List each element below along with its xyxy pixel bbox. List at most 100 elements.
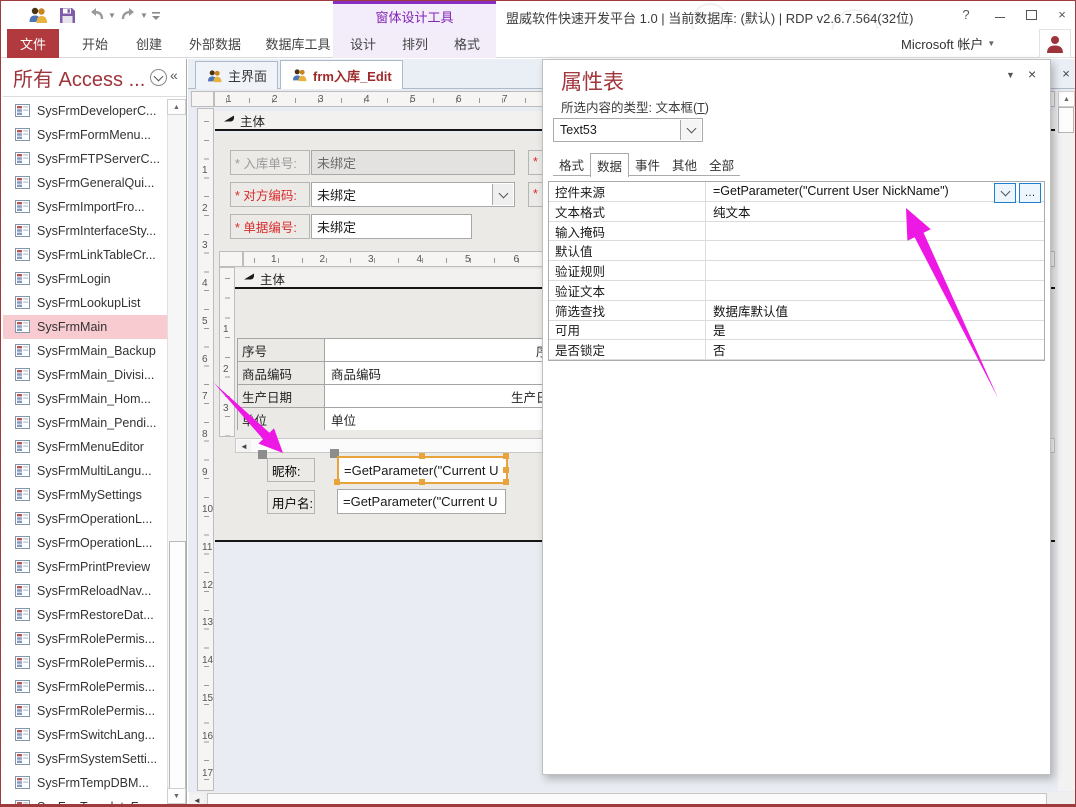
resize-handle[interactable] — [334, 479, 340, 485]
resize-handle[interactable] — [503, 467, 509, 473]
property-row[interactable]: 控件来源 =GetParameter("Current User NickNam… — [549, 182, 1044, 202]
subform-field-label[interactable]: 序号 — [237, 338, 325, 361]
field-label[interactable]: 昵称: — [267, 458, 315, 482]
nav-item-form[interactable]: SysFrmRolePermis... — [3, 699, 167, 723]
control-selector-dropdown[interactable]: Text53 — [553, 118, 703, 142]
ribbon-contextual-tab[interactable]: 格式 — [444, 29, 490, 58]
nav-item-form[interactable]: SysFrmMySettings — [3, 483, 167, 507]
property-tab[interactable]: 数据 — [590, 153, 629, 177]
document-vertical-scrollbar[interactable]: ▲ — [1058, 91, 1075, 791]
subform-field-label[interactable]: 生产日期 — [237, 384, 325, 407]
account-menu[interactable]: Microsoft 帐户 ▼ — [901, 29, 995, 58]
property-row[interactable]: 是否锁定 否 — [549, 340, 1044, 360]
nav-item-form[interactable]: SysFrmLookupList — [3, 291, 167, 315]
nav-item-form[interactable]: SysFrmInterfaceSty... — [3, 219, 167, 243]
scroll-down-button[interactable]: ▼ — [167, 788, 186, 804]
nav-item-form[interactable]: SysFrmTemplateFo... — [3, 795, 167, 804]
ribbon-contextual-tab[interactable]: 排列 — [392, 29, 438, 58]
property-row[interactable]: 输入掩码 — [549, 222, 1044, 242]
combo-dropdown-button[interactable] — [492, 184, 513, 205]
nav-item-form[interactable]: SysFrmLogin — [3, 267, 167, 291]
nav-item-form[interactable]: SysFrmOperationL... — [3, 507, 167, 531]
nav-item-form[interactable]: SysFrmFormMenu... — [3, 123, 167, 147]
nav-pane-title[interactable]: 所有 Access ... — [13, 63, 145, 92]
property-name[interactable]: 是否锁定 — [549, 340, 706, 359]
property-name[interactable]: 控件来源 — [549, 182, 706, 201]
scroll-left-button[interactable]: ◄ — [190, 794, 204, 806]
ribbon-tab[interactable]: 开始 — [65, 29, 125, 58]
nav-item-form[interactable]: SysFrmTempDBM... — [3, 771, 167, 795]
selector-dropdown-button[interactable] — [680, 120, 701, 140]
ribbon-tab-file[interactable]: 文件 — [7, 29, 59, 58]
ribbon-contextual-tab[interactable]: 设计 — [340, 29, 386, 58]
close-button[interactable]: × — [1049, 4, 1075, 25]
scroll-up-button[interactable]: ▲ — [167, 99, 186, 115]
field-label[interactable]: * 单据编号: — [230, 214, 310, 239]
property-name[interactable]: 默认值 — [549, 241, 706, 260]
resize-handle[interactable] — [419, 479, 425, 485]
nav-item-form[interactable]: SysFrmPrintPreview — [3, 555, 167, 579]
nav-item-form[interactable]: SysFrmMain_Pendi... — [3, 411, 167, 435]
ribbon-tab[interactable]: 外部数据 — [173, 29, 257, 58]
property-name[interactable]: 可用 — [549, 321, 706, 340]
nav-item-form[interactable]: SysFrmMultiLangu... — [3, 459, 167, 483]
field-label[interactable]: * 入库单号: — [230, 150, 310, 175]
document-tab[interactable]: 主界面 — [195, 61, 278, 89]
subform-field-label[interactable]: 单位 — [237, 407, 325, 430]
nav-item-form[interactable]: SysFrmSwitchLang... — [3, 723, 167, 747]
property-value[interactable] — [706, 222, 1044, 241]
nav-pane-collapse-button[interactable]: « — [170, 67, 178, 83]
resize-handle[interactable] — [503, 453, 509, 459]
nav-item-form[interactable]: SysFrmGeneralQui... — [3, 171, 167, 195]
field-textbox[interactable]: 未绑定 — [311, 150, 515, 175]
minimize-button[interactable] — [987, 4, 1013, 25]
property-sheet-collapse-button[interactable]: ▼ — [1006, 70, 1015, 80]
vertical-ruler[interactable]: 1234567891011121314151617 — [197, 108, 214, 791]
app-icon[interactable] — [27, 5, 49, 25]
property-row[interactable]: 筛选查找 数据库默认值 — [549, 301, 1044, 321]
nav-item-form[interactable]: SysFrmSystemSetti... — [3, 747, 167, 771]
document-close-button[interactable]: × — [1056, 63, 1076, 83]
property-row[interactable]: 文本格式 纯文本 — [549, 202, 1044, 222]
nav-pane-menu-button[interactable] — [150, 69, 167, 86]
nav-item-form[interactable]: SysFrmRolePermis... — [3, 675, 167, 699]
nav-item-form[interactable]: SysFrmLinkTableCr... — [3, 243, 167, 267]
scroll-up-button[interactable]: ▲ — [1058, 91, 1075, 107]
nav-item-form[interactable]: SysFrmFTPServerC... — [3, 147, 167, 171]
field-label[interactable]: 用户名: — [267, 490, 315, 514]
nav-item-form[interactable]: SysFrmDeveloperC... — [3, 99, 167, 123]
redo-button[interactable]: ▼ — [119, 5, 148, 25]
maximize-button[interactable] — [1018, 4, 1044, 25]
customize-qat-button[interactable] — [151, 5, 161, 25]
property-sheet-close-button[interactable]: × — [1028, 66, 1036, 82]
document-horizontal-scrollbar[interactable]: ◄ — [189, 792, 1076, 807]
property-value[interactable]: 是 — [706, 321, 1044, 340]
property-name[interactable]: 验证规则 — [549, 261, 706, 280]
help-button[interactable]: ? — [953, 4, 979, 25]
save-button[interactable] — [59, 5, 76, 25]
scrollbar-thumb[interactable] — [1058, 107, 1074, 133]
property-value[interactable] — [706, 261, 1044, 280]
scroll-left-button[interactable]: ◄ — [237, 440, 251, 452]
property-name[interactable]: 输入掩码 — [549, 222, 706, 241]
ribbon-tab[interactable]: 创建 — [119, 29, 179, 58]
field-textbox[interactable]: =GetParameter("Current U — [337, 489, 506, 514]
undo-button[interactable]: ▼ — [87, 5, 116, 25]
property-name[interactable]: 验证文本 — [549, 281, 706, 300]
property-tab[interactable]: 事件 — [629, 153, 666, 176]
nav-item-form[interactable]: SysFrmMenuEditor — [3, 435, 167, 459]
nav-item-form[interactable]: SysFrmRolePermis... — [3, 627, 167, 651]
nav-item-form[interactable]: SysFrmMain_Hom... — [3, 387, 167, 411]
ruler-corner[interactable] — [191, 91, 214, 107]
nav-scrollbar[interactable]: ▲ ▼ — [167, 99, 186, 804]
ribbon-tab[interactable]: 数据库工具 — [251, 29, 345, 58]
property-name[interactable]: 筛选查找 — [549, 301, 706, 320]
field-textbox[interactable]: 未绑定 — [311, 214, 472, 239]
property-name[interactable]: 文本格式 — [549, 202, 706, 221]
value-dropdown-button[interactable] — [994, 183, 1016, 203]
document-tab[interactable]: frm入库_Edit — [280, 60, 403, 89]
property-tab[interactable]: 全部 — [703, 153, 740, 176]
subform-vertical-ruler[interactable]: 123 — [219, 267, 235, 437]
nav-item-form[interactable]: SysFrmReloadNav... — [3, 579, 167, 603]
property-value[interactable]: 纯文本 — [706, 202, 1044, 221]
